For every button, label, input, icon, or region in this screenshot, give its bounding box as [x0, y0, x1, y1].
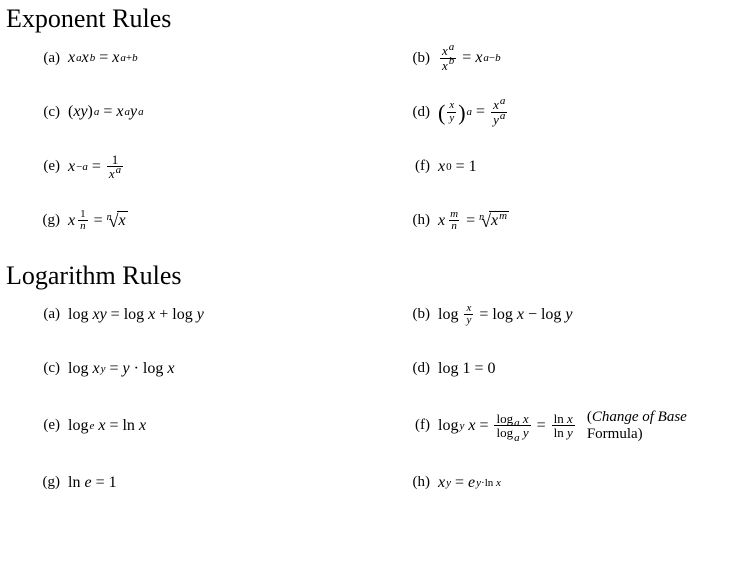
- rule-cell: (a) log xy = log x + log y: [36, 301, 406, 329]
- rule-label: (a): [36, 306, 60, 323]
- rule-expression: xa xb = xa−b: [438, 44, 501, 72]
- rule-expression: log xy = log x − log y: [438, 303, 573, 327]
- rule-label: (f): [406, 158, 430, 175]
- rule-row: (g) x1n = n√x (h) xmn = n√xm: [36, 207, 739, 235]
- logarithm-rules-list: (a) log xy = log x + log y (b) log xy = …: [36, 301, 739, 497]
- rule-row: (e) loge x = ln x (f) logy x = loga x lo…: [36, 409, 739, 443]
- heading-logarithm-rules: Logarithm Rules: [6, 261, 739, 291]
- rule-expression: ln e = 1: [68, 474, 117, 492]
- rule-row: (a) log xy = log x + log y (b) log xy = …: [36, 301, 739, 329]
- rule-expression: x0 = 1: [438, 158, 477, 176]
- rule-label: (a): [36, 50, 60, 67]
- rule-cell: (f) x0 = 1: [406, 153, 739, 181]
- rule-label: (f): [406, 417, 430, 434]
- rule-row: (a) xaxb = xa+b (b) xa xb = xa−b: [36, 44, 739, 72]
- rule-label: (b): [406, 306, 430, 323]
- exponent-rules-list: (a) xaxb = xa+b (b) xa xb = xa−b: [36, 44, 739, 235]
- rule-cell: (b) xa xb = xa−b: [406, 44, 739, 72]
- rule-row: (g) ln e = 1 (h) xy = ey·ln x: [36, 469, 739, 497]
- rule-label: (h): [406, 212, 430, 229]
- rule-expression: loge x = ln x: [68, 417, 146, 435]
- rule-label: (e): [36, 158, 60, 175]
- rule-cell: (b) log xy = log x − log y: [406, 301, 739, 329]
- rule-expression: log xy = y·log x: [68, 360, 174, 378]
- rule-cell: (e) loge x = ln x: [36, 409, 406, 443]
- rule-expression: log xy = log x + log y: [68, 306, 204, 324]
- rule-cell: (f) logy x = loga x loga y = ln x ln y (…: [406, 409, 739, 443]
- rule-cell: (h) xmn = n√xm: [406, 207, 739, 235]
- rule-cell: (g) ln e = 1: [36, 469, 406, 497]
- rule-expression: (xy)a = xaya: [68, 103, 144, 121]
- rule-expression: xmn = n√xm: [438, 209, 509, 233]
- rule-label: (g): [36, 474, 60, 491]
- rule-label: (e): [36, 417, 60, 434]
- rule-label: (c): [36, 360, 60, 377]
- rule-expression: logy x = loga x loga y = ln x ln y: [438, 412, 577, 440]
- rule-row: (e) x−a = 1xa (f) x0 = 1: [36, 153, 739, 181]
- rule-expression: ( xy )a = xa ya: [438, 98, 509, 126]
- rule-cell: (c) (xy)a = xaya: [36, 98, 406, 126]
- rule-row: (c) log xy = y·log x (d) log 1 = 0: [36, 355, 739, 383]
- rule-expression: xy = ey·ln x: [438, 474, 501, 492]
- rule-label: (d): [406, 360, 430, 377]
- rule-cell: (h) xy = ey·ln x: [406, 469, 739, 497]
- rule-cell: (a) xaxb = xa+b: [36, 44, 406, 72]
- rule-label: (d): [406, 104, 430, 121]
- rule-label: (b): [406, 50, 430, 67]
- rule-expression: x1n = n√x: [68, 209, 128, 233]
- rule-label: (c): [36, 104, 60, 121]
- rule-expression: log 1 = 0: [438, 360, 495, 378]
- rule-expression: x−a = 1xa: [68, 153, 125, 181]
- page: Exponent Rules (a) xaxb = xa+b (b) xa xb: [0, 0, 745, 543]
- rule-expression: xaxb = xa+b: [68, 49, 138, 67]
- rule-cell: (d) ( xy )a = xa ya: [406, 98, 739, 126]
- rule-cell: (d) log 1 = 0: [406, 355, 739, 383]
- rule-label: (h): [406, 474, 430, 491]
- rule-annotation: (Change of Base Formula): [587, 409, 739, 443]
- rule-cell: (c) log xy = y·log x: [36, 355, 406, 383]
- rule-row: (c) (xy)a = xaya (d) ( xy )a = xa ya: [36, 98, 739, 126]
- rule-label: (g): [36, 212, 60, 229]
- rule-cell: (g) x1n = n√x: [36, 207, 406, 235]
- rule-cell: (e) x−a = 1xa: [36, 153, 406, 181]
- heading-exponent-rules: Exponent Rules: [6, 4, 739, 34]
